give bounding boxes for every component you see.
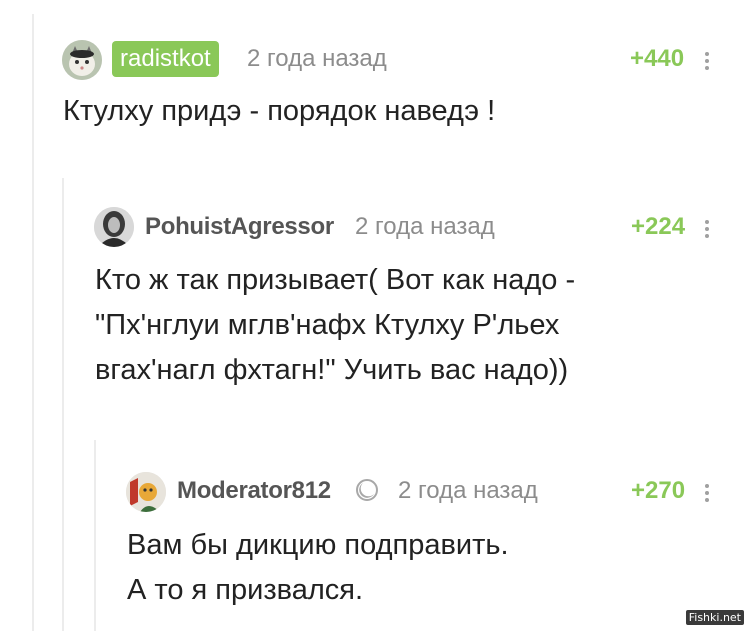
comment-text: Вам бы дикцию подправить. А то я призвал… xyxy=(127,523,509,613)
moon-icon xyxy=(355,478,379,502)
thread-line-level-1[interactable] xyxy=(62,178,64,631)
more-options-icon[interactable] xyxy=(703,50,711,72)
thread-line-level-2[interactable] xyxy=(94,440,96,631)
author-name[interactable]: radistkot xyxy=(112,41,219,77)
comment-line: Вам бы дикцию подправить. xyxy=(127,529,509,561)
comment-text: Кто ж так призывает( Вот как надо - "Пх'… xyxy=(95,258,575,393)
more-options-icon[interactable] xyxy=(703,482,711,504)
watermark: Fishki.net xyxy=(685,610,744,625)
comment-rating: +440 xyxy=(630,45,685,72)
comment-time[interactable]: 2 года назад xyxy=(355,211,495,243)
author-name[interactable]: Moderator812 xyxy=(177,475,331,507)
more-options-icon[interactable] xyxy=(703,218,711,240)
author-name[interactable]: PohuistAgressor xyxy=(145,211,334,243)
comment-line: А то я призвался. xyxy=(127,574,364,606)
comment-line: вгах'нагл фхтагн!" Учить вас надо)) xyxy=(95,354,569,386)
comment-time[interactable]: 2 года назад xyxy=(247,43,387,75)
thread-line-level-0[interactable] xyxy=(32,14,34,631)
comment-line: "Пх'нглуи мглв'нафх Ктулху Р'льех xyxy=(95,309,560,341)
comment-rating: +224 xyxy=(631,213,686,240)
comment-time[interactable]: 2 года назад xyxy=(398,475,538,507)
moderator-avatar-icon[interactable] xyxy=(126,472,166,512)
comment-rating: +270 xyxy=(631,477,686,504)
comment-line: Кто ж так призывает( Вот как надо - xyxy=(95,264,576,296)
cat-avatar-icon[interactable] xyxy=(62,40,102,80)
comment-line: Ктулху придэ - порядок наведэ ! xyxy=(63,95,496,127)
comment-text: Ктулху придэ - порядок наведэ ! xyxy=(63,89,495,134)
person-avatar-icon[interactable] xyxy=(94,207,134,247)
